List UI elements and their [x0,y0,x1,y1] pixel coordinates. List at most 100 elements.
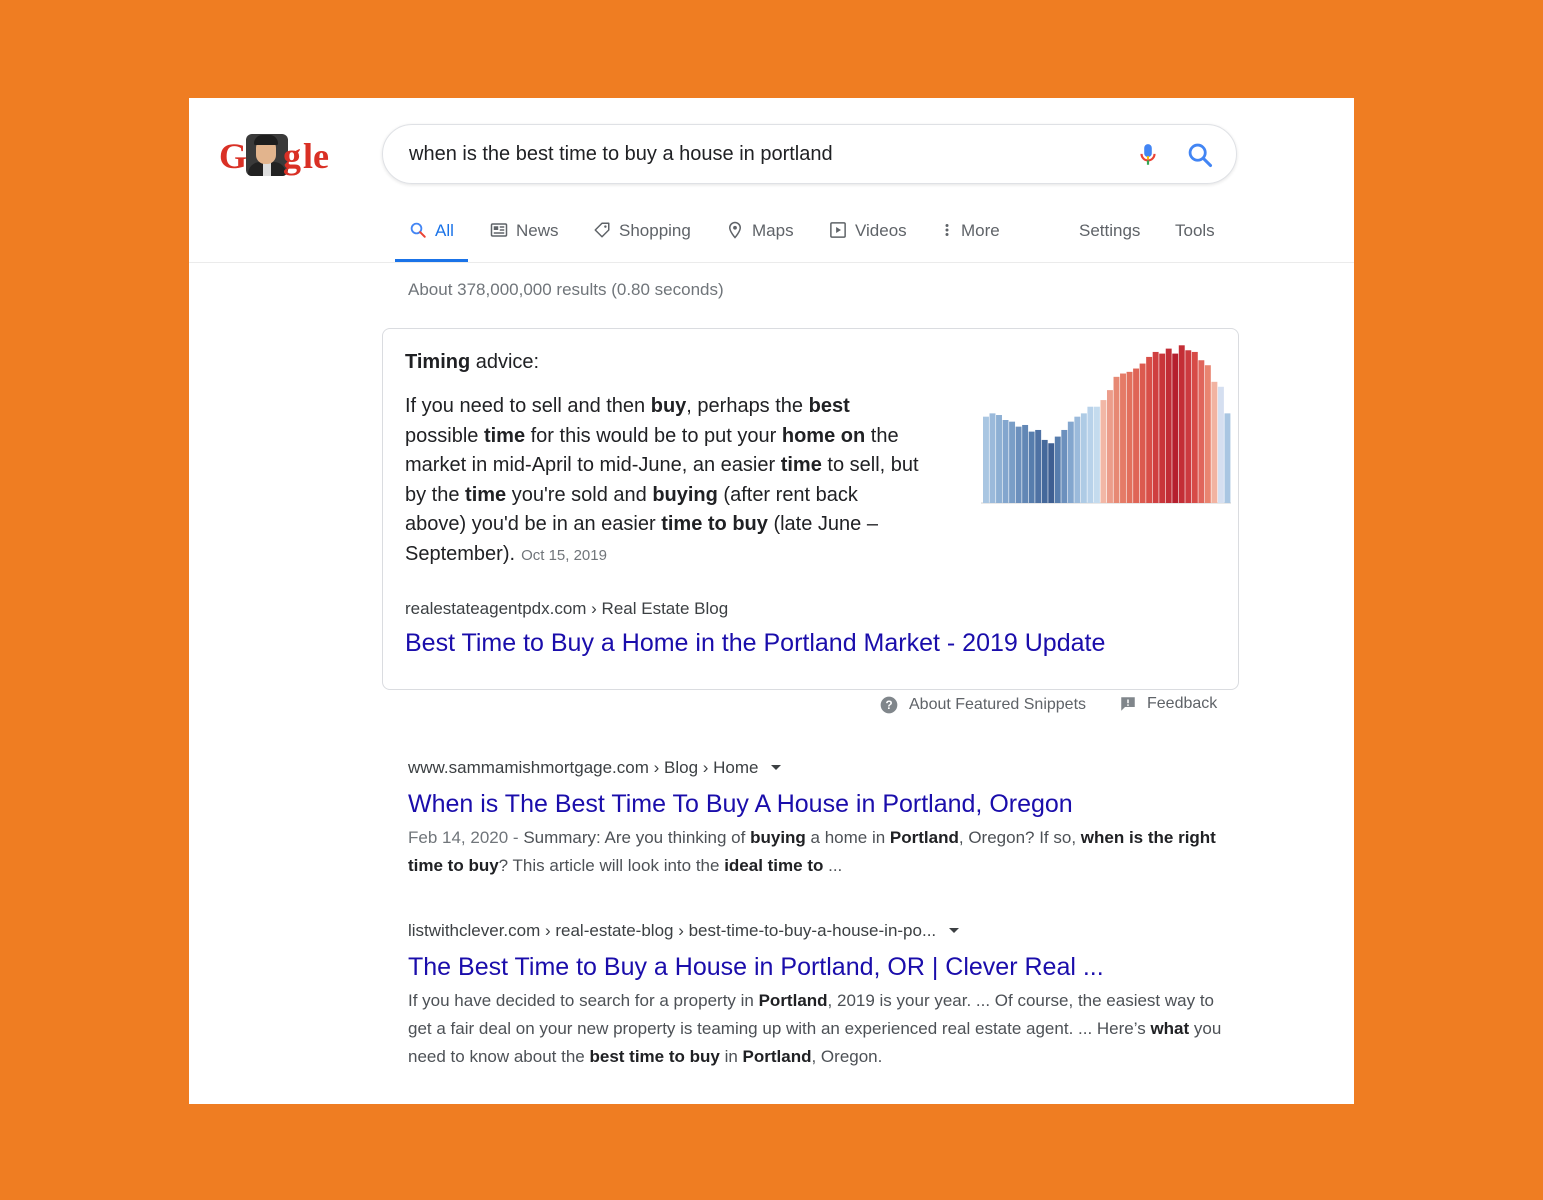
search-input[interactable] [409,125,1109,183]
chart-bar [1041,439,1048,503]
bold-term: buying [652,483,718,506]
chart-bar [1178,345,1185,503]
chart-bar [1139,363,1146,503]
chart-bar [1204,365,1211,503]
chart-bar [1028,431,1035,503]
logo-letter-g: G [219,136,248,176]
dropdown-arrow-icon[interactable] [948,927,960,935]
tab-maps[interactable]: Maps [726,218,794,262]
bold-term: ideal time to [724,856,824,875]
logo-letter-l: l [303,136,314,176]
text-run: in [719,1047,743,1066]
tag-icon [594,222,610,238]
chart-bar [1159,353,1166,503]
header-divider [189,262,1354,263]
tab-label: More [961,221,1000,240]
google-doodle-logo[interactable]: G g l e [219,134,331,178]
doodle-portrait [246,134,288,176]
chart-bar [1087,406,1094,503]
chart-bar [1035,429,1042,503]
result-title-link[interactable]: When is The Best Time To Buy A House in … [408,788,1228,820]
logo-letter-g2: g [283,136,301,176]
tab-label: Maps [752,221,794,240]
microphone-icon[interactable] [1135,141,1161,169]
text-run: for this would be to put your [525,424,782,447]
tab-videos[interactable]: Videos [829,218,907,262]
featured-snippet: Timing advice: If you need to sell and t… [382,328,1239,690]
chart-bar [1185,350,1192,503]
text-run: If you need to sell and then [405,395,651,417]
bold-term: time [780,454,822,477]
chart-bar [1061,429,1068,503]
bold-term: best [808,395,850,417]
result-snippet: Feb 14, 2020 - Summary: Are you thinking… [408,824,1228,880]
chart-bar [989,413,996,503]
logo-letter-e: e [313,136,329,176]
chart-bar [1126,371,1133,503]
chart-bar [1217,386,1224,503]
text-run: you're sold and [506,483,653,506]
chart-bar [1093,406,1100,503]
tab-shopping[interactable]: Shopping [593,218,691,262]
bold-term: time [483,424,526,447]
chart-bars [983,345,1231,503]
about-featured-snippets-link[interactable]: ? About Featured Snippets [879,695,1086,715]
tools-label: Tools [1175,221,1215,240]
snippet-cite: realestateagentpdx.com › Real Estate Blo… [405,599,729,618]
bold-term: Portland [758,991,828,1010]
snippet-heading: Timing advice: [405,351,539,374]
result-cite: www.sammamishmortgage.com › Blog › Home [408,756,1228,780]
bold-term: what [1150,1019,1190,1038]
bold-term: time to buy [661,513,768,536]
chart-bar [1074,416,1081,503]
result-url: www.sammamishmortgage.com › Blog › Home [408,758,759,777]
settings-link[interactable]: Settings [1079,218,1140,262]
feedback-icon [1121,697,1135,711]
tab-news[interactable]: News [490,218,559,262]
chart-bar [1133,368,1140,503]
chart-bar [983,416,989,503]
search-icon[interactable] [1186,141,1214,169]
search-results-page: G g l e All [189,98,1354,1104]
snippet-chart-image[interactable] [949,329,1235,524]
tab-more[interactable]: More [941,218,1000,262]
settings-label: Settings [1079,221,1141,240]
result-stats: About 378,000,000 results (0.80 seconds) [408,280,724,299]
chart-bar [1172,353,1179,503]
tab-all[interactable]: All [395,218,468,262]
chart-bar [1198,360,1205,503]
chart-bar [1009,421,1016,503]
chart-bar [1191,351,1198,503]
feedback-link[interactable]: Feedback [1119,695,1217,713]
svg-text:?: ? [885,699,892,712]
chart-bar [1002,420,1009,503]
chart-bar [1022,424,1029,503]
tab-label: Videos [855,221,907,240]
bold-term: Portland [889,828,959,847]
bold-term: time [465,483,507,506]
result-title-link[interactable]: The Best Time to Buy a House in Portland… [408,951,1228,983]
text-run: If you have decided to search for a prop… [408,991,759,1010]
search-icon [410,222,426,238]
dropdown-arrow-icon[interactable] [770,764,782,772]
result-date: Feb 14, 2020 - [408,828,524,847]
play-icon [830,222,846,238]
text-run: a home in [805,828,890,847]
tab-label: Shopping [619,221,691,240]
chart-bar [1211,381,1218,503]
search-result: listwithclever.com › real-estate-blog › … [408,919,1228,1071]
chart-bar [1224,413,1231,503]
snippet-heading-rest: advice: [470,351,540,373]
search-bar [382,124,1237,184]
feedback-label: Feedback [1147,695,1218,712]
tools-link[interactable]: Tools [1175,218,1215,262]
text-run: possible [405,424,484,447]
result-cite: listwithclever.com › real-estate-blog › … [408,919,1228,943]
result-url: listwithclever.com › real-estate-blog › … [408,921,937,940]
about-label: About Featured Snippets [909,696,1087,713]
more-vertical-icon [945,224,949,236]
snippet-heading-bold: Timing [405,351,471,373]
chart-bar [1113,376,1120,503]
snippet-title-link[interactable]: Best Time to Buy a Home in the Portland … [405,629,1105,658]
bold-term: Portland [742,1047,812,1066]
